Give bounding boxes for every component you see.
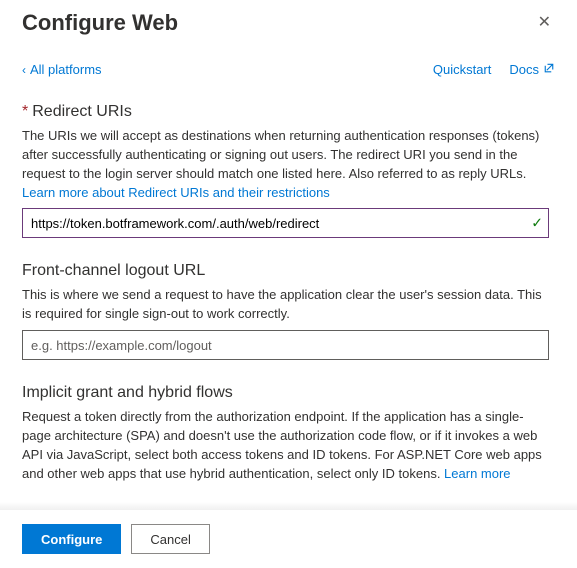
back-label: All platforms: [30, 62, 102, 77]
redirect-uri-field-wrap: ✓: [22, 208, 549, 238]
footer: Configure Cancel: [0, 509, 577, 568]
close-button[interactable]: ✕: [534, 11, 555, 35]
logout-desc: This is where we send a request to have …: [22, 286, 549, 324]
check-icon: ✓: [531, 215, 543, 232]
page-title: Configure Web: [22, 10, 178, 36]
section-title-redirect: Redirect URIs: [22, 103, 549, 121]
docs-label: Docs: [509, 62, 539, 77]
redirect-desc: The URIs we will accept as destinations …: [22, 127, 549, 202]
logout-url-field-wrap: [22, 330, 549, 360]
section-title-implicit: Implicit grant and hybrid flows: [22, 384, 549, 402]
redirect-learn-more-link[interactable]: Learn more about Redirect URIs and their…: [22, 185, 330, 200]
back-all-platforms-link[interactable]: ‹ All platforms: [22, 62, 102, 77]
external-link-icon: [543, 62, 555, 77]
chevron-left-icon: ‹: [22, 63, 26, 77]
close-icon: ✕: [538, 14, 551, 31]
cancel-button[interactable]: Cancel: [131, 524, 209, 554]
docs-link[interactable]: Docs: [509, 62, 555, 77]
configure-button[interactable]: Configure: [22, 524, 121, 554]
implicit-desc: Request a token directly from the author…: [22, 408, 549, 483]
header: Configure Web ✕: [22, 10, 555, 36]
section-title-logout: Front-channel logout URL: [22, 262, 549, 280]
content-scroll[interactable]: Redirect URIs The URIs we will accept as…: [22, 97, 555, 500]
redirect-uri-input[interactable]: [22, 208, 549, 238]
logout-url-input[interactable]: [22, 330, 549, 360]
implicit-learn-more-link[interactable]: Learn more: [444, 466, 510, 481]
quickstart-link[interactable]: Quickstart: [433, 62, 492, 77]
topbar: ‹ All platforms Quickstart Docs: [22, 62, 555, 77]
